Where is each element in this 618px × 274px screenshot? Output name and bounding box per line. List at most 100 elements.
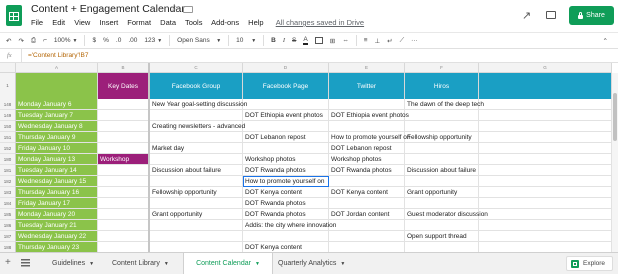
frozen-column-divider[interactable] [148, 63, 150, 252]
table-cell[interactable]: DOT Kenya content [243, 187, 329, 198]
row-number[interactable]: 184 [0, 198, 16, 209]
chevron-down-icon[interactable]: ▼ [89, 261, 94, 267]
key-date-cell[interactable] [98, 165, 149, 176]
table-cell[interactable] [329, 220, 405, 231]
key-date-cell[interactable] [98, 132, 149, 143]
table-cell[interactable] [150, 231, 243, 242]
date-cell[interactable]: Monday January 6 [16, 99, 98, 110]
key-date-cell[interactable] [98, 220, 149, 231]
table-cell[interactable] [479, 176, 612, 187]
strikethrough-button[interactable]: S [292, 37, 296, 44]
table-cell[interactable] [329, 242, 405, 252]
italic-button[interactable]: I [283, 37, 285, 44]
table-cell[interactable] [479, 143, 612, 154]
table-cell[interactable] [150, 132, 243, 143]
table-cell[interactable]: Discussion about failure [405, 165, 479, 176]
chevron-down-icon[interactable]: ▼ [164, 261, 169, 267]
table-cell[interactable]: How to promote yourself on [329, 132, 410, 143]
table-cell[interactable]: Discussion about failure [150, 165, 243, 176]
table-cell[interactable] [479, 154, 612, 165]
menu-edit[interactable]: Edit [52, 18, 65, 27]
table-cell[interactable] [243, 99, 329, 110]
menu-format[interactable]: Format [127, 18, 151, 27]
key-date-cell[interactable] [98, 99, 149, 110]
table-cell[interactable] [479, 198, 612, 209]
date-cell[interactable]: Thursday January 9 [16, 132, 98, 143]
menu-data[interactable]: Data [160, 18, 176, 27]
sheet-tab-content-library[interactable]: Content Library ▼ [112, 253, 184, 274]
key-date-cell[interactable] [98, 231, 149, 242]
row-number[interactable]: 1 [0, 73, 16, 99]
spreadsheet-grid[interactable]: A B C D E F G 1 Key Dates Facebook Group Facebook … [0, 63, 612, 252]
date-cell[interactable]: Friday January 17 [16, 198, 98, 209]
table-cell[interactable] [150, 154, 243, 165]
vertical-align-icon[interactable]: ⊥ [374, 37, 380, 45]
chevron-down-icon[interactable]: ▼ [340, 261, 345, 267]
fill-color-icon[interactable] [314, 37, 323, 44]
table-cell[interactable]: DOT Lebanon repost [243, 132, 329, 143]
table-cell[interactable] [405, 121, 479, 132]
table-cell[interactable]: New Year goal-setting discussion [150, 99, 247, 110]
table-cell[interactable]: Open support thread [405, 231, 479, 242]
activity-trend-icon[interactable]: ↗ [522, 9, 531, 22]
increase-decimal-button[interactable]: .00 [128, 37, 137, 44]
undo-icon[interactable]: ↶ [6, 37, 11, 45]
menu-help[interactable]: Help [248, 18, 263, 27]
redo-icon[interactable]: ↷ [18, 37, 23, 45]
row-number[interactable]: 150 [0, 121, 16, 132]
folder-icon[interactable] [183, 6, 193, 13]
table-cell[interactable] [329, 198, 405, 209]
key-date-cell[interactable] [98, 110, 149, 121]
table-cell[interactable] [479, 165, 612, 176]
add-sheet-icon[interactable]: + [5, 258, 11, 268]
save-status[interactable]: All changes saved in Drive [276, 18, 364, 27]
table-cell[interactable]: Fellowship opportunity [150, 187, 243, 198]
percent-format-button[interactable]: % [103, 37, 109, 44]
row-number[interactable]: 183 [0, 187, 16, 198]
table-cell[interactable]: Grant opportunity [150, 209, 243, 220]
font-size-select[interactable]: 10 ▼ [236, 37, 256, 44]
table-cell[interactable]: DOT Rwanda photos [243, 198, 329, 209]
row-number[interactable]: 152 [0, 143, 16, 154]
text-rotate-icon[interactable]: ⟋ [400, 37, 405, 45]
collapse-toolbar-icon[interactable]: ⌃ [603, 37, 608, 45]
column-header-d[interactable]: D [243, 63, 329, 73]
formula-input[interactable]: ='Content Library'!B7 [22, 52, 88, 59]
date-cell[interactable]: Tuesday January 7 [16, 110, 98, 121]
zoom-select[interactable]: 100% ▼ [54, 37, 78, 44]
table-cell[interactable]: DOT Lebanon repost [329, 143, 405, 154]
column-header-a[interactable]: A [16, 63, 98, 73]
date-cell[interactable]: Tuesday January 21 [16, 220, 98, 231]
table-cell[interactable]: Creating newsletters - advanced [150, 121, 245, 132]
date-cell[interactable]: Thursday January 16 [16, 187, 98, 198]
table-cell[interactable]: Workshop photos [243, 154, 329, 165]
table-cell[interactable] [243, 121, 329, 132]
table-cell[interactable]: Grant opportunity [405, 187, 479, 198]
table-cell[interactable] [243, 143, 329, 154]
row-number[interactable]: 148 [0, 99, 16, 110]
table-cell[interactable] [405, 143, 479, 154]
chevron-down-icon[interactable]: ▼ [255, 261, 260, 267]
menu-tools[interactable]: Tools [185, 18, 203, 27]
bold-button[interactable]: B [271, 37, 276, 44]
table-cell[interactable] [479, 187, 612, 198]
column-header-f[interactable]: F [405, 63, 479, 73]
date-cell[interactable]: Monday January 13 [16, 154, 98, 165]
text-color-button[interactable]: A [303, 36, 308, 45]
row-number[interactable]: 180 [0, 154, 16, 165]
key-date-cell[interactable] [98, 209, 149, 220]
align-left-icon[interactable]: ≡ [364, 37, 368, 44]
table-cell[interactable]: The dawn of the deep tech [405, 99, 484, 110]
decrease-decimal-button[interactable]: .0 [116, 37, 121, 44]
table-cell[interactable] [479, 121, 612, 132]
scrollbar-thumb[interactable] [613, 93, 617, 141]
date-cell[interactable]: Wednesday January 15 [16, 176, 98, 187]
key-date-cell[interactable] [98, 242, 149, 252]
sheets-logo-icon[interactable] [6, 5, 22, 26]
table-cell[interactable] [243, 231, 329, 242]
column-header-e[interactable]: E [329, 63, 405, 73]
key-date-cell[interactable]: Workshop [98, 154, 149, 165]
sheet-tab-quarterly-analytics[interactable]: Quarterly Analytics ▼ [278, 253, 378, 274]
date-cell[interactable]: Wednesday January 22 [16, 231, 98, 242]
table-cell[interactable] [479, 110, 612, 121]
